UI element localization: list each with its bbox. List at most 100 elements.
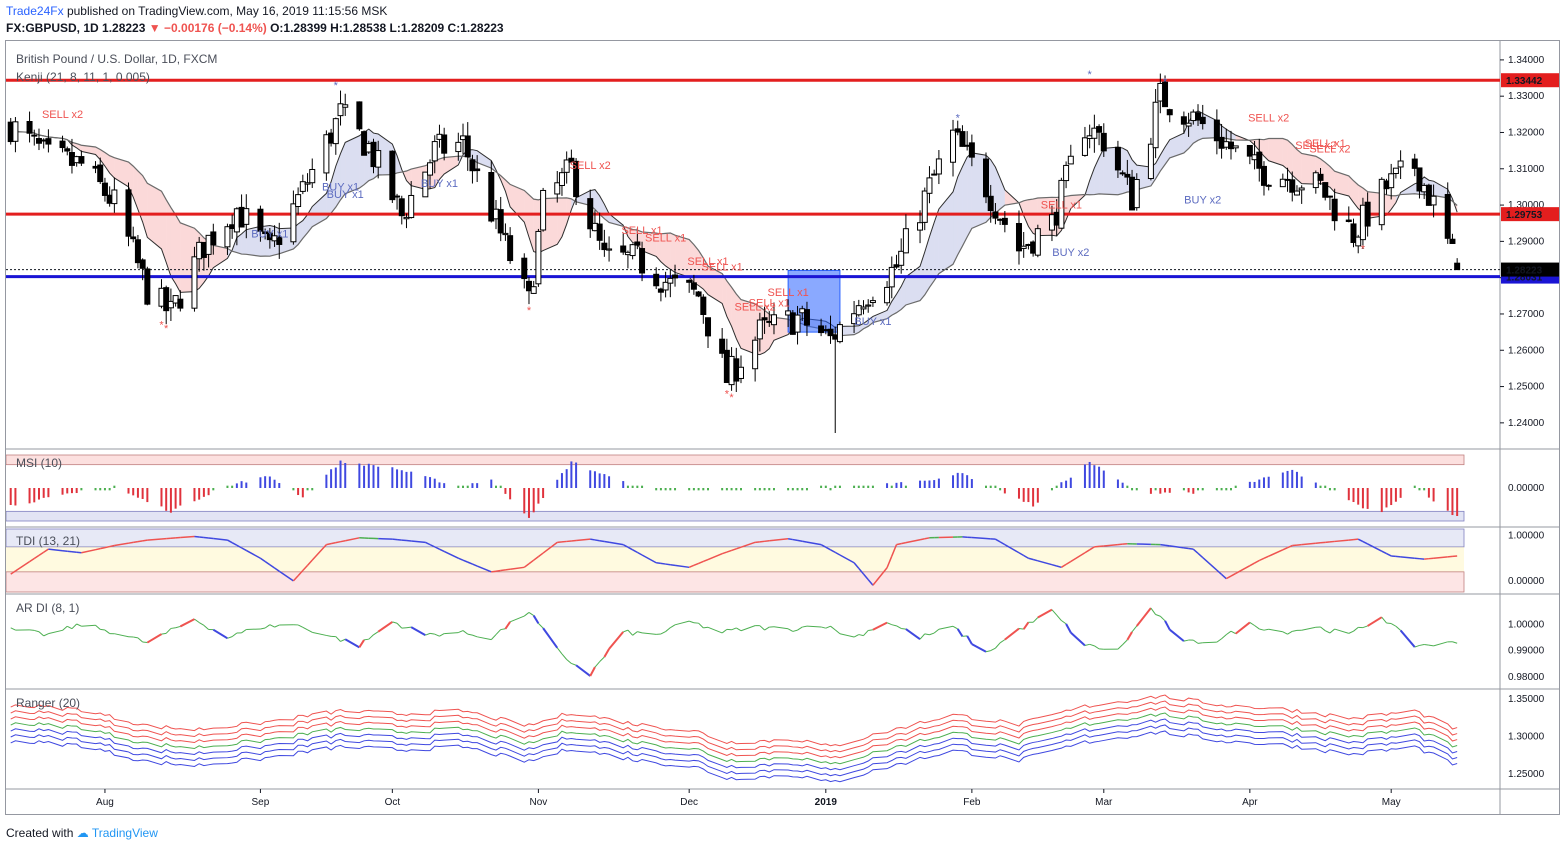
ardi-line-segment (1155, 614, 1161, 617)
ardi-line-segment (1070, 631, 1086, 647)
ardi-line-segment (410, 626, 426, 637)
tdi-line-segment (670, 563, 676, 567)
tdi-line-segment (755, 541, 760, 544)
ardi-line-segment (1301, 626, 1316, 631)
candle-body (888, 266, 895, 288)
ardi-line-segment (1197, 642, 1203, 644)
candle-body (97, 164, 104, 183)
created-with: Created with (6, 826, 74, 840)
ardi-line-segment (71, 623, 78, 630)
ardi-line-segment (561, 653, 568, 660)
ardi-line-segment (538, 623, 544, 629)
time-tick-label: Oct (385, 797, 401, 808)
signal-label: SELL x1 (768, 287, 809, 299)
candle-body (860, 306, 867, 310)
ardi-line-segment (1056, 614, 1062, 621)
ardi-line-segment (477, 636, 492, 641)
time-tick-label: Mar (1095, 797, 1113, 808)
ardi-line-segment (1164, 620, 1171, 631)
signal-marker: * (729, 392, 734, 404)
ardi-line-segment (1126, 631, 1133, 641)
ardi-line-segment (504, 621, 511, 630)
candle-body (474, 168, 481, 172)
ranger-band-line (10, 730, 1458, 783)
published-text: published on TradingView.com, May 16, 20… (66, 4, 388, 18)
kenji-cloud-down (726, 280, 732, 327)
ardi-line-segment (1263, 628, 1269, 631)
kenji-cloud-down (1391, 195, 1396, 210)
ardi-line-segment (1169, 628, 1185, 642)
ardi-line-segment (608, 631, 624, 650)
ardi-line-segment (938, 625, 954, 630)
ardi-line-segment (509, 615, 525, 623)
signal-label: SELL x2 (42, 109, 83, 121)
candle-body (700, 296, 707, 315)
ardi-line-segment (542, 627, 559, 649)
ardi-line-segment (637, 631, 643, 634)
price-level-label: 1.33442 (1506, 76, 1543, 87)
candle-body (1322, 182, 1329, 198)
candle-body (1430, 195, 1437, 206)
price-tick-label: 1.27000 (1508, 309, 1545, 320)
tdi-line-segment (491, 570, 497, 573)
ardi-line-segment (363, 638, 369, 641)
ardi-line-segment (307, 629, 313, 633)
chart-area[interactable]: 1.34000 1.33000 1.32000 1.31000 1.30000 1.290… (5, 40, 1560, 815)
tdi-line-segment (594, 539, 600, 542)
ardi-line-segment (1089, 643, 1095, 647)
candle-body (1067, 155, 1074, 165)
time-tick-label: May (1382, 797, 1401, 808)
ardi-line-segment (1131, 625, 1138, 633)
candle-body (1199, 116, 1206, 125)
ardi-line-segment (990, 647, 996, 652)
chart-svg[interactable]: 1.34000 1.33000 1.32000 1.31000 1.30000 1.290… (6, 41, 1559, 814)
signal-marker: * (527, 305, 532, 317)
ardi-line-segment (660, 631, 666, 635)
ardi-line-segment (133, 636, 139, 639)
ardi-line-segment (396, 622, 403, 629)
ardi-line-segment (161, 632, 167, 635)
price-tick-label: 1.32000 (1508, 127, 1545, 138)
ardi-line-segment (38, 631, 45, 637)
ardi-line-segment (95, 624, 101, 630)
ardi-line-segment (820, 626, 826, 629)
ardi-line-segment (137, 637, 143, 643)
ardi-line-segment (1414, 644, 1420, 648)
footer: Created with ☁ TradingView (6, 826, 158, 840)
candle-body (1020, 245, 1027, 249)
ardi-line-segment (731, 627, 737, 631)
candle-body (398, 198, 405, 217)
author-link[interactable]: Trade24Fx (6, 4, 64, 18)
ardi-line-segment (1117, 644, 1123, 650)
tdi-line-segment (100, 546, 106, 550)
ardi-line-segment (104, 629, 110, 634)
ardi-line-segment (571, 662, 577, 666)
candle-body (1392, 167, 1399, 175)
ardi-line-segment (377, 621, 393, 633)
signal-label: SELL x1 (645, 232, 686, 244)
tradingview-link[interactable]: TradingView (92, 826, 158, 840)
candle-body (653, 273, 660, 287)
ardi-line-segment (246, 628, 261, 630)
candle-body (639, 248, 646, 274)
candle-body (144, 268, 151, 305)
ardi-line-segment (689, 620, 695, 624)
ardi-line-segment (1094, 645, 1100, 650)
ardi-line-segment (264, 624, 271, 629)
candle-body (869, 300, 876, 304)
candle-body (1298, 187, 1305, 191)
ardi-line-segment (1424, 643, 1429, 646)
candle-body (224, 226, 231, 248)
tdi-line-segment (604, 540, 610, 544)
price-level-label: 1.29753 (1506, 210, 1543, 221)
ardi-line-segment (76, 623, 82, 627)
ardi-line-segment (1051, 609, 1058, 616)
kenji-cloud-up (1122, 148, 1128, 194)
tdi-line-segment (505, 568, 511, 571)
signal-marker: * (1088, 69, 1093, 81)
ranger-band-line (10, 718, 1458, 771)
tdi-line-segment (919, 538, 925, 541)
ardi-line-segment (227, 636, 233, 639)
tdi-line-segment (797, 539, 803, 542)
candle-body (992, 211, 999, 219)
